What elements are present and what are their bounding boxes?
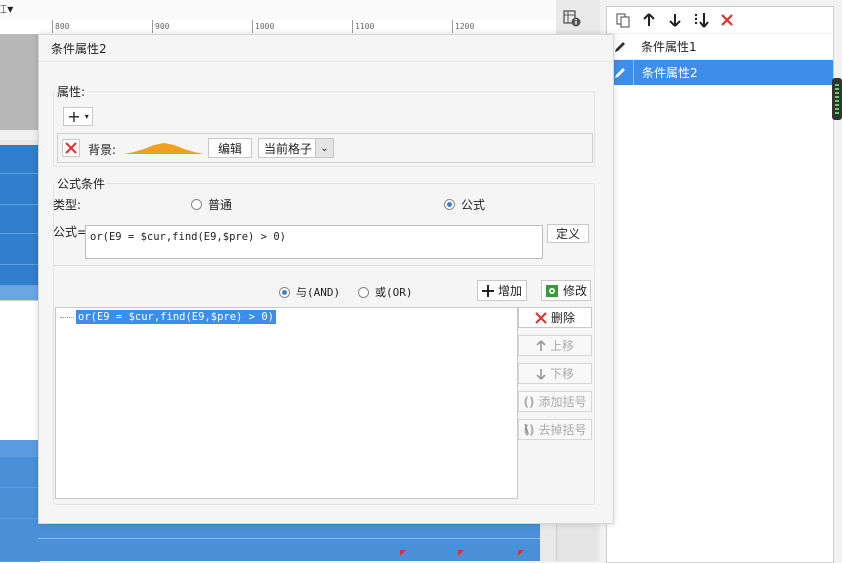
- sheet-row-block: [0, 145, 40, 174]
- cell-flag-icon: [518, 550, 524, 556]
- add-attribute-button[interactable]: + ▾: [63, 107, 93, 126]
- type-label: 类型:: [53, 198, 82, 212]
- divider: [53, 265, 593, 266]
- plus-icon: [481, 284, 494, 297]
- and-label: 与(AND): [296, 286, 341, 299]
- sheet-row-block: [0, 457, 40, 488]
- type-formula-label: 公式: [461, 198, 486, 212]
- sheet-row-block: [0, 265, 40, 286]
- ruler-tick: 1000: [252, 20, 274, 33]
- remove-attribute-button[interactable]: [62, 139, 80, 157]
- ruler-tick: 1100: [352, 20, 374, 33]
- sheet-white-area: [0, 300, 40, 441]
- copy-icon[interactable]: [615, 12, 631, 28]
- arrow-down-icon: [536, 368, 546, 380]
- horizontal-ruler: 800 900 1000 1100 1200: [0, 20, 556, 35]
- arrow-down-icon[interactable]: [667, 12, 683, 28]
- sheet-row-block: [0, 174, 40, 205]
- condition-item[interactable]: 条件属性1: [607, 33, 833, 59]
- background-row: 背景: 编辑 当前格子 ⌄: [57, 133, 593, 163]
- scope-select[interactable]: 当前格子 ⌄: [258, 138, 334, 158]
- parentheses-icon: (): [523, 394, 535, 409]
- sheet-row-block: [0, 440, 40, 457]
- add-parentheses-label: 添加括号: [538, 395, 587, 409]
- condition-tree[interactable]: or(E9 = $cur,find(E9,$pre) > 0): [55, 307, 518, 499]
- chevron-down-icon: ▾: [84, 112, 89, 121]
- sheet-row-block: [0, 205, 40, 234]
- move-down-label: 下移: [549, 367, 574, 381]
- radio-icon: [191, 199, 202, 210]
- add-parentheses-button[interactable]: () 添加括号: [518, 391, 592, 412]
- attribute-group-label: 属性:: [55, 83, 88, 100]
- condition-row[interactable]: or(E9 = $cur,find(E9,$pre) > 0): [60, 310, 276, 324]
- modify-icon: [545, 284, 558, 297]
- condition-list-panel: 条件属性1 条件属性2: [606, 6, 834, 563]
- dialog-title: 条件属性2: [51, 42, 107, 56]
- edit-button[interactable]: 编辑: [208, 138, 252, 158]
- sheet-gray-area: [0, 35, 40, 130]
- ruler-tick: 900: [152, 20, 169, 33]
- condition-item-selected[interactable]: 条件属性2: [607, 59, 833, 85]
- remove-parentheses-button[interactable]: () \ 去掉括号: [518, 419, 592, 440]
- column-marker-icon: ⌶▾: [0, 2, 14, 16]
- delete-icon[interactable]: [719, 12, 735, 28]
- cell-flag-icon: [400, 550, 406, 556]
- type-formula-radio[interactable]: 公式: [444, 196, 485, 213]
- sheet-row-block: [0, 488, 40, 519]
- condition-item-label: 条件属性2: [642, 66, 698, 80]
- chevron-down-icon: ⌄: [315, 139, 333, 157]
- background-label: 背景:: [88, 143, 117, 157]
- divider: [39, 61, 613, 62]
- top-toolbar-strip: ⌶▾: [0, 0, 556, 21]
- ruler-tick: 800: [52, 20, 69, 33]
- sheet-row-block: [0, 519, 40, 562]
- add-condition-label: 增加: [497, 284, 522, 298]
- formula-group-label: 公式条件: [55, 175, 108, 192]
- scroll-handle[interactable]: [832, 78, 842, 120]
- cell-flag-icon: [458, 550, 464, 556]
- or-radio[interactable]: 或(OR): [358, 284, 413, 300]
- type-normal-label: 普通: [208, 198, 233, 212]
- radio-icon: [279, 286, 290, 298]
- move-up-label: 上移: [549, 339, 574, 353]
- radio-icon: [444, 199, 455, 210]
- grip-icon: [835, 84, 839, 114]
- plus-icon: +: [67, 107, 81, 126]
- tree-line: [60, 316, 74, 318]
- arrow-up-icon[interactable]: [641, 12, 657, 28]
- remove-parentheses-icon: () \: [523, 421, 535, 437]
- x-icon: [535, 311, 547, 324]
- modify-condition-button[interactable]: 修改: [541, 280, 591, 301]
- scope-select-value: 当前格子: [264, 141, 313, 156]
- add-condition-button[interactable]: 增加: [477, 280, 527, 301]
- x-icon: [65, 142, 77, 154]
- remove-parentheses-label: 去掉括号: [538, 423, 587, 437]
- background-swatch: [124, 142, 204, 154]
- ruler-tick: 1200: [452, 20, 474, 33]
- delete-button[interactable]: 删除: [518, 307, 592, 328]
- formula-label: 公式=: [53, 225, 88, 239]
- type-normal-radio[interactable]: 普通: [191, 196, 232, 213]
- move-up-button[interactable]: 上移: [518, 335, 592, 356]
- or-label: 或(OR): [375, 286, 413, 299]
- modify-condition-label: 修改: [562, 284, 587, 298]
- panel-toolbar: [607, 7, 833, 33]
- sort-down-icon[interactable]: [693, 12, 709, 28]
- sheet-row-block: [0, 286, 40, 301]
- move-down-button[interactable]: 下移: [518, 363, 592, 384]
- condition-item-label: 条件属性1: [641, 40, 697, 54]
- radio-icon: [358, 286, 369, 298]
- sheet-row-block: [0, 234, 40, 265]
- and-radio[interactable]: 与(AND): [279, 284, 340, 300]
- sheet-bottom-rows: [38, 522, 540, 561]
- condition-text: or(E9 = $cur,find(E9,$pre) > 0): [76, 310, 276, 324]
- arrow-up-icon: [536, 339, 546, 351]
- formula-input[interactable]: or(E9 = $cur,find(E9,$pre) > 0): [85, 225, 543, 259]
- condition-dialog: 条件属性2 属性: + ▾ 背景: 编辑 当前格子 ⌄ 公式条件 类型: 普通 …: [38, 34, 614, 524]
- sheet-gap: [0, 130, 40, 140]
- define-button[interactable]: 定义: [547, 224, 589, 243]
- row-divider: [38, 538, 540, 539]
- preview-icon[interactable]: [562, 8, 588, 30]
- delete-label: 删除: [550, 311, 575, 325]
